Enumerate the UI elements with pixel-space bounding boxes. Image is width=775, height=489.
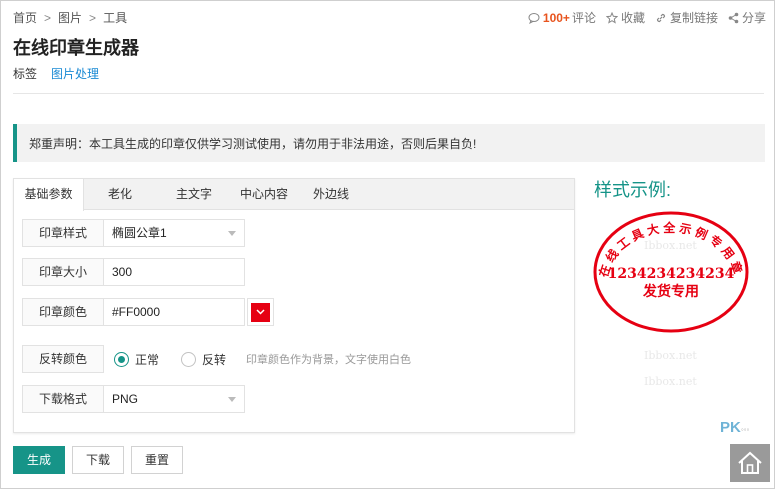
color-picker[interactable] <box>247 298 274 326</box>
copy-link-label: 复制链接 <box>669 11 718 25</box>
breadcrumb-separator: > <box>89 10 97 25</box>
breadcrumb-home[interactable]: 首页 <box>13 9 37 26</box>
tab-bar: 基础参数 老化 主文字 中心内容 外边线 <box>14 179 574 211</box>
color-row: 印章颜色 #FF0000 <box>22 298 274 326</box>
style-row: 印章样式 椭圆公章1 <box>22 219 245 247</box>
share-action[interactable]: 分享 <box>728 9 766 26</box>
stamp-bottom-text: 发货专用 <box>642 283 699 300</box>
settings-panel: 基础参数 老化 主文字 中心内容 外边线 印章样式 椭圆公章1 印章大小 300… <box>13 178 575 433</box>
size-row: 印章大小 300 <box>22 258 245 286</box>
tags-label: 标签 <box>13 67 38 81</box>
tab-basic-params[interactable]: 基础参数 <box>14 179 84 211</box>
breadcrumb: 首页 > 图片 > 工具 <box>13 9 127 26</box>
star-icon <box>605 11 618 24</box>
watermark-text: Ibbox.net <box>644 375 697 388</box>
style-select[interactable]: 椭圆公章1 <box>104 219 245 247</box>
divider <box>13 93 764 94</box>
radio-circle <box>114 351 129 367</box>
comment-count: 100+ <box>542 10 570 25</box>
breadcrumb-tools[interactable]: 工具 <box>103 9 127 26</box>
invert-radio-group: 正常 反转 印章颜色作为背景，文字使用白色 <box>114 351 411 368</box>
pk-logo: PK◦◦◦ <box>720 419 749 436</box>
caret-down-icon <box>228 397 236 402</box>
logo-dots: ◦◦◦ <box>740 425 750 434</box>
format-row: 下载格式 PNG <box>22 385 245 413</box>
download-button[interactable]: 下载 <box>72 446 125 474</box>
radio-normal-label: 正常 <box>135 352 160 367</box>
format-label: 下载格式 <box>22 385 104 413</box>
comment-label: 评论 <box>571 11 596 25</box>
format-select[interactable]: PNG <box>104 385 245 413</box>
style-label: 印章样式 <box>22 219 104 247</box>
generate-button[interactable]: 生成 <box>13 446 66 474</box>
tab-center-content[interactable]: 中心内容 <box>232 179 296 210</box>
tab-main-text[interactable]: 主文字 <box>156 179 232 210</box>
example-title: 样式示例: <box>594 180 672 200</box>
invert-label: 反转颜色 <box>22 345 104 373</box>
share-icon <box>728 12 739 23</box>
color-input[interactable]: #FF0000 <box>104 298 245 326</box>
invert-row: 反转颜色 正常 反转 印章颜色作为背景，文字使用白色 <box>22 345 411 373</box>
comment-action[interactable]: 100+ 评论 <box>528 9 596 26</box>
breadcrumb-images[interactable]: 图片 <box>58 9 82 26</box>
action-buttons: 生成 下载 重置 <box>13 446 190 474</box>
stamp-example-image: 在线工具大全示例专用章 1234234234234 发货专用 <box>593 211 749 333</box>
disclaimer-notice: 郑重声明：本工具生成的印章仅供学习测试使用，请勿用于非法用途，否则后果自负! <box>13 124 765 162</box>
invert-hint: 印章颜色作为背景，文字使用白色 <box>246 354 412 366</box>
logo-text: PK <box>720 419 741 436</box>
page-title: 在线印章生成器 <box>13 38 139 58</box>
radio-normal[interactable]: 正常 <box>114 351 159 368</box>
radio-reverse[interactable]: 反转 <box>181 351 226 368</box>
top-bar: 首页 > 图片 > 工具 100+ 评论 收藏 复制链接 分享 <box>13 9 766 27</box>
breadcrumb-separator: > <box>44 10 52 25</box>
watermark-text: Ibbox.net <box>644 349 697 362</box>
home-button[interactable] <box>730 444 770 482</box>
tag-image-processing[interactable]: 图片处理 <box>51 65 99 82</box>
home-icon <box>738 451 762 474</box>
chevron-down-icon <box>256 309 265 315</box>
radio-circle <box>181 351 197 367</box>
reset-button[interactable]: 重置 <box>131 446 184 474</box>
tab-outer-border[interactable]: 外边线 <box>296 179 366 210</box>
share-label: 分享 <box>741 11 766 25</box>
size-input[interactable]: 300 <box>104 258 245 286</box>
page-actions: 100+ 评论 收藏 复制链接 分享 <box>518 9 766 26</box>
tags-row: 标签 图片处理 <box>13 65 99 82</box>
copy-link-action[interactable]: 复制链接 <box>655 9 718 26</box>
caret-down-icon <box>228 231 236 236</box>
favorite-label: 收藏 <box>620 11 645 25</box>
comment-icon <box>528 12 540 24</box>
stamp-number: 1234234234234 <box>608 266 735 282</box>
style-select-value: 椭圆公章1 <box>112 226 167 240</box>
color-swatch-fill <box>251 302 270 322</box>
tab-aging[interactable]: 老化 <box>84 179 156 210</box>
favorite-action[interactable]: 收藏 <box>605 9 645 26</box>
link-icon <box>656 13 666 22</box>
format-select-value: PNG <box>112 392 139 406</box>
size-label: 印章大小 <box>22 258 104 286</box>
radio-reverse-label: 反转 <box>202 352 227 367</box>
color-label: 印章颜色 <box>22 298 104 326</box>
